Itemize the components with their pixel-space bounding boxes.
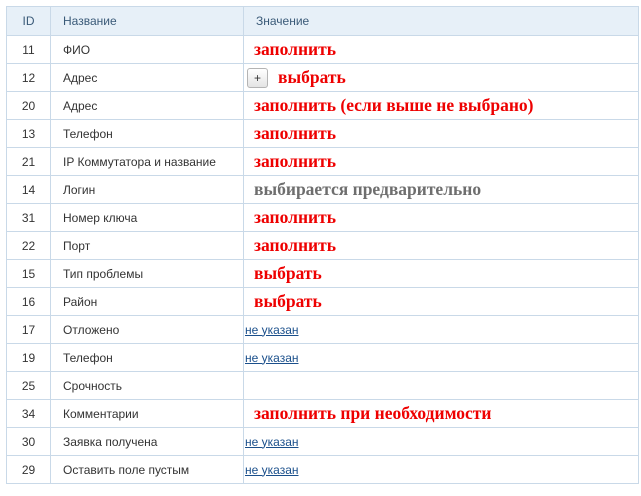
header-id: ID: [6, 6, 51, 36]
row-value: заполнить: [243, 203, 639, 232]
row-value-empty: [243, 371, 639, 400]
row-id: 15: [6, 259, 51, 288]
row-value: не указан: [243, 343, 639, 372]
row-id: 31: [6, 203, 51, 232]
row-id: 14: [6, 175, 51, 204]
row-name: Телефон: [50, 119, 244, 148]
annotation-text: выбирается предварительно: [254, 179, 482, 199]
row-id: 11: [6, 35, 51, 64]
row-id: 20: [6, 91, 51, 120]
add-address-button[interactable]: +: [247, 67, 268, 88]
row-id: 25: [6, 371, 51, 400]
row-value: заполнить: [243, 231, 639, 260]
row-id: 30: [6, 427, 51, 456]
row-id: 19: [6, 343, 51, 372]
table-header-row: ID Название Значение: [6, 6, 639, 36]
row-value: + выбрать: [243, 63, 639, 92]
annotation-text: выбрать: [278, 67, 346, 87]
table-row: 11 ФИО заполнить: [6, 35, 639, 64]
table-row: 20 Адрес заполнить (если выше не выбрано…: [6, 91, 639, 120]
table-row: 31 Номер ключа заполнить: [6, 203, 639, 232]
row-value: заполнить (если выше не выбрано): [243, 91, 639, 120]
row-name: Заявка получена: [50, 427, 244, 456]
row-id: 34: [6, 399, 51, 428]
table-row: 21 IP Коммутатора и название заполнить: [6, 147, 639, 176]
annotation-text: заполнить: [254, 151, 336, 171]
table-row: 15 Тип проблемы выбрать: [6, 259, 639, 288]
row-value: заполнить: [243, 119, 639, 148]
row-name: Логин: [50, 175, 244, 204]
row-id: 16: [6, 287, 51, 316]
annotation-text: заполнить: [254, 207, 336, 227]
table-row: 16 Район выбрать: [6, 287, 639, 316]
table-row: 29 Оставить поле пустым не указан: [6, 455, 639, 484]
row-name: Оставить поле пустым: [50, 455, 244, 484]
row-id: 21: [6, 147, 51, 176]
not-specified-link[interactable]: не указан: [245, 351, 299, 365]
header-value: Значение: [243, 6, 639, 36]
table-row: 12 Адрес + выбрать: [6, 63, 639, 92]
row-value: заполнить: [243, 35, 639, 64]
annotation-text: выбрать: [254, 263, 322, 283]
row-id: 17: [6, 315, 51, 344]
annotation-text: заполнить (если выше не выбрано): [254, 95, 534, 115]
annotation-text: выбрать: [254, 291, 322, 311]
row-value: заполнить: [243, 147, 639, 176]
row-name: Отложено: [50, 315, 244, 344]
row-value: выбрать: [243, 287, 639, 316]
annotation-text: заполнить: [254, 235, 336, 255]
table-row: 13 Телефон заполнить: [6, 119, 639, 148]
table-row: 34 Комментарии заполнить при необходимос…: [6, 399, 639, 428]
row-name: Тип проблемы: [50, 259, 244, 288]
annotation-text: заполнить: [254, 39, 336, 59]
not-specified-link[interactable]: не указан: [245, 463, 299, 477]
row-id: 22: [6, 231, 51, 260]
row-id: 13: [6, 119, 51, 148]
row-name: ФИО: [50, 35, 244, 64]
row-name: IP Коммутатора и название: [50, 147, 244, 176]
row-name: Срочность: [50, 371, 244, 400]
row-value: не указан: [243, 427, 639, 456]
row-value: заполнить при необходимости: [243, 399, 639, 428]
row-value: не указан: [243, 315, 639, 344]
row-name: Адрес: [50, 63, 244, 92]
table-row: 19 Телефон не указан: [6, 343, 639, 372]
row-name: Телефон: [50, 343, 244, 372]
row-value: не указан: [243, 455, 639, 484]
row-name: Порт: [50, 231, 244, 260]
row-name: Номер ключа: [50, 203, 244, 232]
table-row: 25 Срочность: [6, 371, 639, 400]
fields-table: ID Название Значение 11 ФИО заполнить 12…: [6, 6, 639, 484]
row-value: выбрать: [243, 259, 639, 288]
annotation-text: заполнить при необходимости: [254, 403, 492, 423]
row-value: выбирается предварительно: [243, 175, 639, 204]
row-name: Район: [50, 287, 244, 316]
annotation-text: заполнить: [254, 123, 336, 143]
fields-table-container: ID Название Значение 11 ФИО заполнить 12…: [6, 6, 639, 484]
table-row: 14 Логин выбирается предварительно: [6, 175, 639, 204]
not-specified-link[interactable]: не указан: [245, 435, 299, 449]
row-id: 12: [6, 63, 51, 92]
header-name: Название: [50, 6, 244, 36]
row-name: Адрес: [50, 91, 244, 120]
table-row: 22 Порт заполнить: [6, 231, 639, 260]
table-row: 30 Заявка получена не указан: [6, 427, 639, 456]
row-name: Комментарии: [50, 399, 244, 428]
not-specified-link[interactable]: не указан: [245, 323, 299, 337]
row-id: 29: [6, 455, 51, 484]
table-row: 17 Отложено не указан: [6, 315, 639, 344]
